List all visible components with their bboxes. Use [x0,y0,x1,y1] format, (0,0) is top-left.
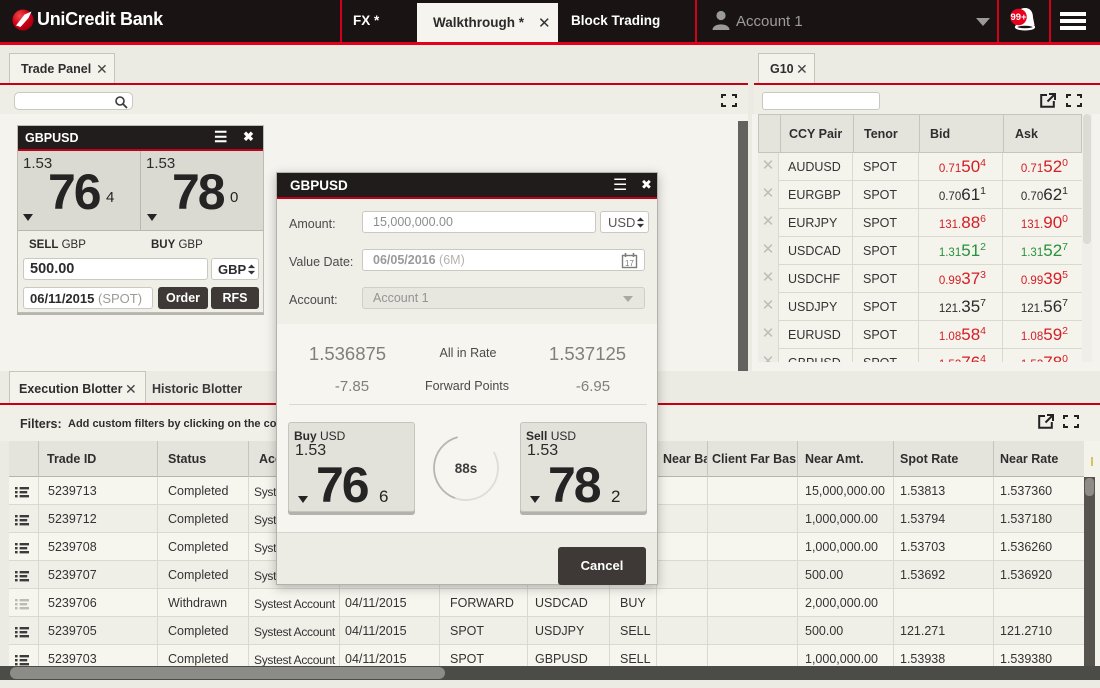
svg-text:99+: 99+ [1010,12,1027,23]
svg-text:17: 17 [625,259,634,268]
svg-text:88s: 88s [455,461,478,476]
